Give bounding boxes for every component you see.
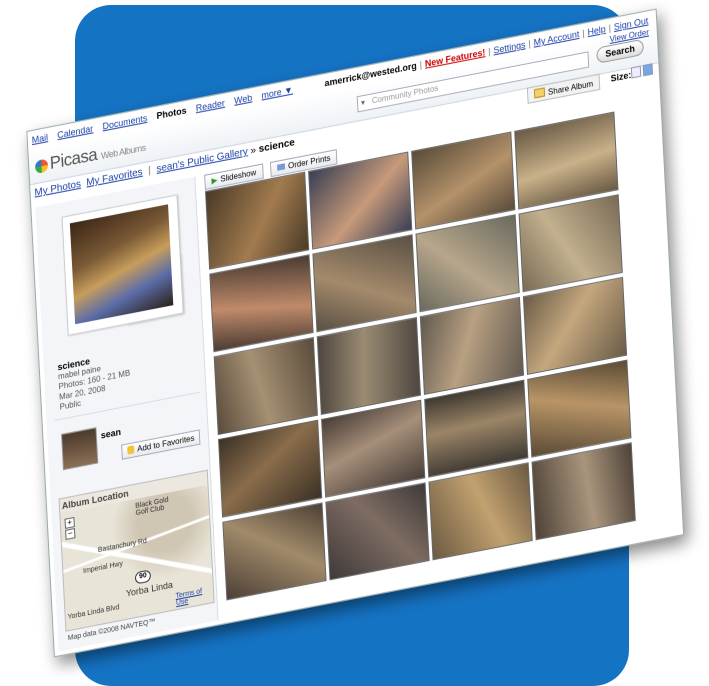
- album-location-map: Album Location + − Black Gold Golf Club …: [58, 469, 215, 632]
- share-album-label: Share Album: [547, 78, 594, 97]
- logo-text: Picasa: [49, 144, 98, 174]
- avatar[interactable]: [61, 427, 99, 471]
- album-info: science mabel paine Photos: 160 - 21 MB …: [57, 348, 131, 412]
- add-to-favorites-button[interactable]: Add to Favorites: [121, 429, 201, 460]
- breadcrumb-arrow: »: [250, 144, 257, 157]
- photo-thumbnail[interactable]: [514, 111, 619, 210]
- photo-thumbnail[interactable]: [325, 482, 430, 581]
- zoom-out-button[interactable]: −: [65, 528, 76, 541]
- size-large-button[interactable]: [642, 63, 654, 77]
- photo-thumbnail[interactable]: [312, 234, 417, 333]
- photo-thumbnail[interactable]: [424, 379, 529, 478]
- photo-thumbnail[interactable]: [428, 462, 533, 561]
- photo-thumbnail[interactable]: [209, 254, 314, 353]
- prints-icon: [277, 163, 286, 171]
- photo-thumbnail[interactable]: [213, 336, 318, 436]
- album-cover-photo[interactable]: [69, 204, 174, 325]
- photo-thumbnail[interactable]: [518, 194, 623, 293]
- owner-name[interactable]: sean: [101, 426, 122, 440]
- photo-thumbnail[interactable]: [321, 399, 426, 498]
- photo-thumbnail[interactable]: [411, 131, 516, 230]
- tilted-screenshot: Mail Calendar Documents Photos Reader We…: [20, 0, 704, 658]
- photo-thumbnail[interactable]: [522, 276, 628, 375]
- photo-thumbnail[interactable]: [527, 359, 632, 458]
- photo-thumbnail[interactable]: [415, 214, 520, 313]
- picasa-logo-icon: [34, 158, 49, 175]
- lock-icon: [127, 445, 135, 455]
- map-zoom-controls: + −: [64, 516, 76, 541]
- nav-more[interactable]: more ▼: [261, 84, 293, 100]
- album-sidebar: science mabel paine Photos: 160 - 21 MB …: [35, 176, 219, 652]
- photo-thumbnail[interactable]: [218, 419, 323, 518]
- size-small-button[interactable]: [630, 65, 642, 79]
- photo-thumbnail[interactable]: [316, 316, 421, 416]
- nav-mail[interactable]: Mail: [32, 132, 49, 145]
- nav-web[interactable]: Web: [234, 92, 253, 106]
- settings-link[interactable]: Settings: [493, 39, 525, 55]
- help-link[interactable]: Help: [587, 24, 606, 38]
- search-button[interactable]: Search: [596, 38, 645, 64]
- zoom-in-button[interactable]: +: [64, 516, 75, 529]
- nav-reader[interactable]: Reader: [196, 98, 226, 114]
- add-to-favorites-label: Add to Favorites: [136, 433, 195, 454]
- album-cover-frame: [61, 194, 184, 336]
- photo-thumbnail[interactable]: [222, 502, 327, 601]
- play-icon: ▶: [211, 175, 218, 186]
- nav-photos: Photos: [156, 105, 187, 121]
- logo-subtitle: Web Albums: [100, 142, 146, 162]
- envelope-icon: [534, 87, 546, 99]
- photo-thumbnail[interactable]: [531, 442, 636, 541]
- photo-thumbnail[interactable]: [419, 296, 525, 395]
